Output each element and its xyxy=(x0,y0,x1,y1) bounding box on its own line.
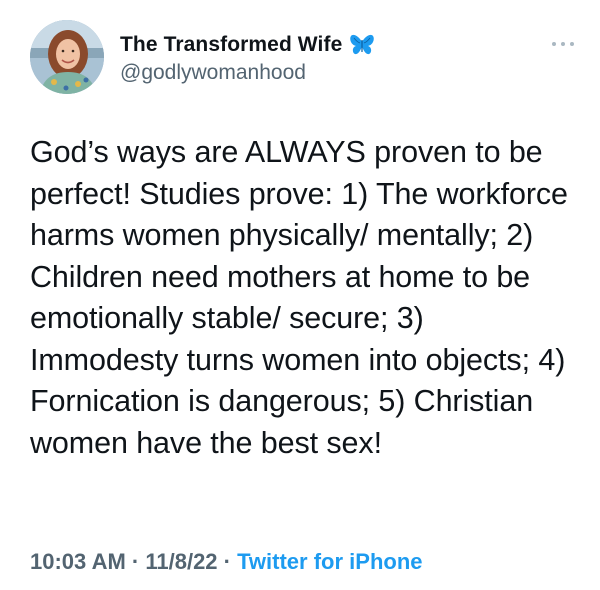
tweet-date[interactable]: 11/8/22 xyxy=(145,549,217,574)
tweet-metadata: 10:03 AM · 11/8/22 · Twitter for iPhone xyxy=(30,549,423,575)
tweet-card: The Transformed Wife @godlywomanhood God… xyxy=(0,0,600,590)
handle[interactable]: @godlywomanhood xyxy=(120,61,375,85)
butterfly-icon xyxy=(349,34,375,56)
avatar[interactable] xyxy=(30,20,104,94)
display-name[interactable]: The Transformed Wife xyxy=(120,33,342,57)
tweet-time[interactable]: 10:03 AM xyxy=(30,549,126,574)
display-name-row: The Transformed Wife xyxy=(120,32,375,58)
tweet-text: God’s ways are ALWAYS proven to be perfe… xyxy=(30,135,568,460)
more-options-icon[interactable] xyxy=(551,36,575,46)
meta-separator: · xyxy=(223,549,231,574)
meta-separator: · xyxy=(131,549,140,574)
tweet-header: The Transformed Wife @godlywomanhood xyxy=(30,20,575,100)
tweet-source-link[interactable]: Twitter for iPhone xyxy=(237,549,422,574)
user-info[interactable]: The Transformed Wife @godlywomanhood xyxy=(120,32,375,85)
avatar-image xyxy=(30,20,104,94)
